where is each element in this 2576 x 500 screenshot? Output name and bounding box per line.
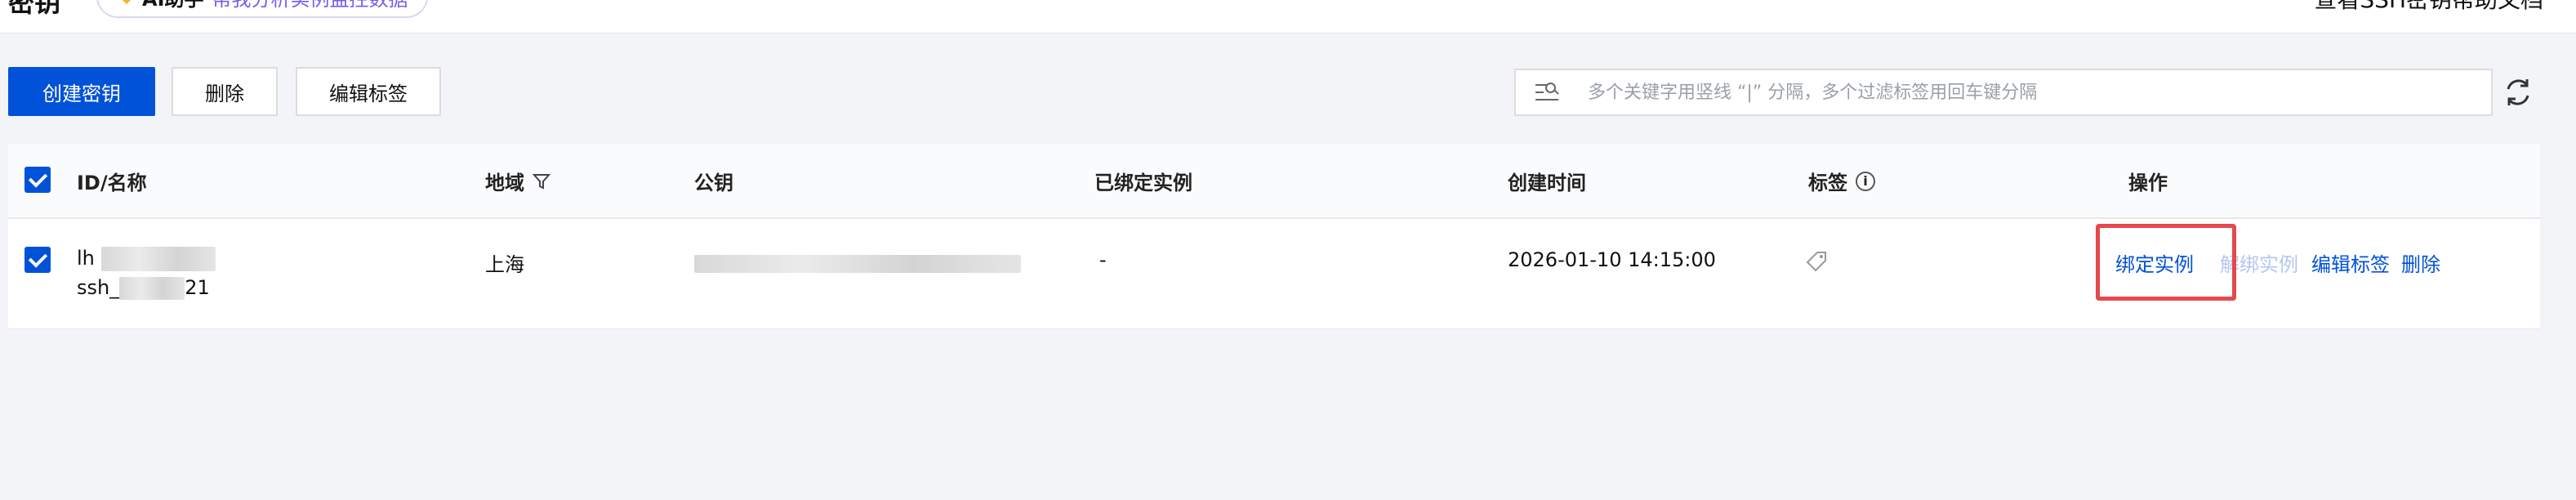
redacted-public-key	[694, 255, 1021, 273]
create-key-button[interactable]: 创建密钥	[8, 67, 155, 116]
tag-icon[interactable]	[1805, 250, 1828, 273]
help-doc-link[interactable]: 查看SSH密钥帮助文档	[2314, 0, 2543, 15]
filter-search-icon	[1535, 83, 1559, 102]
ai-assistant-button[interactable]: AI助手 帮我分析实例监控数据	[96, 0, 428, 18]
redacted-name	[119, 277, 185, 300]
col-id-name: ID/名称	[77, 167, 147, 195]
region-cell: 上海	[485, 253, 524, 276]
col-public-key: 公钥	[694, 167, 733, 195]
key-id-text: lh	[77, 247, 95, 270]
col-public-key-label: 公钥	[694, 172, 733, 194]
created-time-cell: 2026-01-10 14:15:00	[1508, 248, 1716, 271]
edit-tags-link[interactable]: 编辑标签	[2311, 248, 2390, 277]
col-tags: 标签 i	[1808, 167, 1875, 195]
filter-funnel-icon[interactable]	[533, 172, 550, 190]
public-key-cell	[694, 252, 1021, 275]
search-input[interactable]	[1586, 81, 2491, 104]
col-actions: 操作	[2128, 167, 2168, 195]
col-bound-instances: 已绑定实例	[1094, 167, 1192, 195]
bound-instances-cell: -	[1099, 248, 1107, 271]
row-checkbox[interactable]	[25, 247, 51, 273]
select-all-checkbox[interactable]	[25, 167, 51, 193]
key-name: ssh_ 21	[77, 276, 210, 300]
col-id-name-label: ID/名称	[77, 172, 147, 194]
key-name-prefix: ssh_	[77, 276, 120, 299]
ai-assistant-name: AI助手	[142, 0, 204, 11]
col-created-time-label: 创建时间	[1508, 172, 1586, 194]
table-header: ID/名称 地域 公钥 已绑定实例 创建时间 标签 i 操作	[8, 144, 2540, 219]
edit-tags-button[interactable]: 编辑标签	[296, 67, 441, 116]
col-bound-instances-label: 已绑定实例	[1094, 172, 1192, 194]
page-header: 密钥 AI助手 帮我分析实例监控数据 查看SSH密钥帮助文档	[0, 0, 2576, 33]
ai-logo-icon	[113, 0, 134, 7]
page-title: 密钥	[8, 0, 61, 18]
key-id[interactable]: lh	[77, 247, 216, 271]
col-region: 地域	[485, 167, 550, 195]
delete-link[interactable]: 删除	[2401, 248, 2440, 277]
search-box[interactable]	[1514, 69, 2493, 116]
highlight-annotation-box	[2096, 224, 2236, 301]
ai-assistant-description: 帮我分析实例监控数据	[212, 0, 408, 11]
redacted-id	[100, 247, 216, 271]
col-actions-label: 操作	[2128, 172, 2168, 194]
delete-button[interactable]: 删除	[172, 67, 278, 116]
info-icon[interactable]: i	[1856, 171, 1875, 191]
col-region-label: 地域	[485, 172, 524, 194]
key-name-suffix: 21	[185, 276, 210, 299]
refresh-icon[interactable]	[2501, 75, 2535, 109]
col-created-time: 创建时间	[1508, 167, 1586, 195]
col-tags-label: 标签	[1808, 172, 1847, 194]
